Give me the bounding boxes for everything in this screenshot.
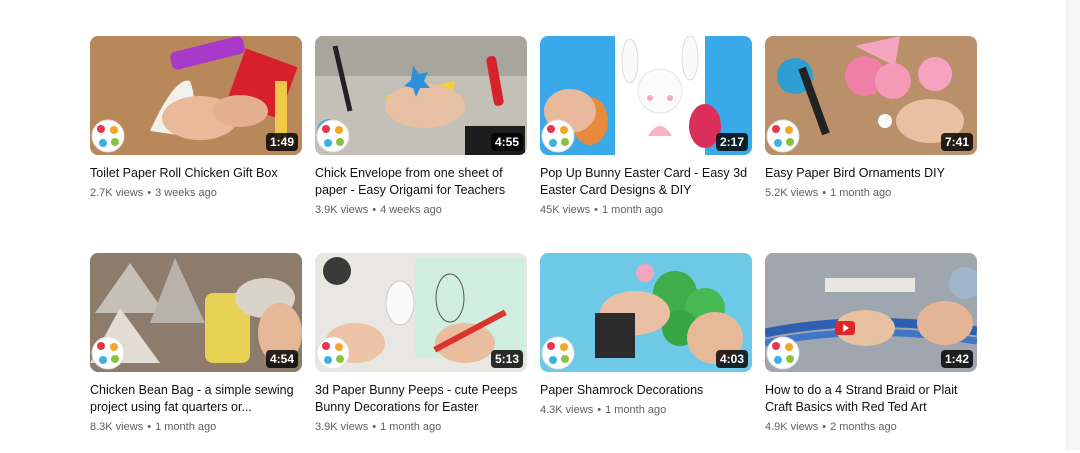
duration-badge: 2:17: [715, 133, 748, 151]
duration-badge: 1:42: [940, 350, 973, 368]
channel-logo-icon: [541, 119, 575, 153]
upload-age: 1 month ago: [830, 187, 892, 199]
view-count: 2.7K views: [90, 187, 144, 199]
video-meta: 45K views • 1 month ago: [540, 203, 752, 218]
video-title[interactable]: 3d Paper Bunny Peeps - cute Peeps Bunny …: [315, 382, 527, 416]
view-count: 4.3K views: [540, 404, 594, 416]
channel-logo-icon: [766, 119, 800, 153]
channel-logo-icon: [541, 336, 575, 370]
duration-badge: 4:54: [265, 350, 298, 368]
video-thumbnail[interactable]: 1:49: [90, 36, 302, 155]
video-card[interactable]: 5:13 3d Paper Bunny Peeps - cute Peeps B…: [315, 253, 527, 453]
video-grid: 1:49 Toilet Paper Roll Chicken Gift Box …: [90, 36, 977, 453]
upload-age: 1 month ago: [380, 421, 442, 433]
meta-separator: •: [594, 204, 598, 216]
video-title[interactable]: How to do a 4 Strand Braid or Plait Craf…: [765, 382, 977, 416]
view-count: 45K views: [540, 204, 591, 216]
upload-age: 3 weeks ago: [155, 187, 217, 199]
video-title[interactable]: Easy Paper Bird Ornaments DIY: [765, 165, 977, 182]
video-thumbnail[interactable]: 1:42: [765, 253, 977, 372]
video-card[interactable]: 4:55 Chick Envelope from one sheet of pa…: [315, 36, 527, 253]
meta-separator: •: [372, 421, 377, 433]
meta-separator: •: [147, 187, 152, 199]
channel-logo-icon: [766, 336, 800, 370]
video-thumbnail[interactable]: 7:41: [765, 36, 977, 155]
video-thumbnail[interactable]: 4:03: [540, 253, 752, 372]
video-meta: 3.9K views • 1 month ago: [315, 420, 527, 435]
video-meta: 5.2K views • 1 month ago: [765, 186, 977, 201]
video-card[interactable]: 2:17 Pop Up Bunny Easter Card - Easy 3d …: [540, 36, 752, 253]
meta-separator: •: [372, 204, 377, 216]
view-count: 3.9K views: [315, 204, 369, 216]
video-card[interactable]: 4:54 Chicken Bean Bag - a simple sewing …: [90, 253, 302, 453]
video-card[interactable]: 1:42 How to do a 4 Strand Braid or Plait…: [765, 253, 977, 453]
video-thumbnail[interactable]: 2:17: [540, 36, 752, 155]
video-card[interactable]: 1:49 Toilet Paper Roll Chicken Gift Box …: [90, 36, 302, 253]
view-count: 5.2K views: [765, 187, 819, 199]
channel-logo-icon: [91, 336, 125, 370]
video-title[interactable]: Toilet Paper Roll Chicken Gift Box: [90, 165, 302, 182]
upload-age: 1 month ago: [602, 204, 664, 216]
video-thumbnail[interactable]: 5:13: [315, 253, 527, 372]
video-title[interactable]: Chick Envelope from one sheet of paper -…: [315, 165, 527, 199]
upload-age: 4 weeks ago: [380, 204, 442, 216]
duration-badge: 1:49: [265, 133, 298, 151]
duration-badge: 4:55: [490, 133, 523, 151]
channel-logo-icon: [316, 119, 350, 153]
duration-badge: 7:41: [940, 133, 973, 151]
video-thumbnail[interactable]: 4:54: [90, 253, 302, 372]
view-count: 4.9K views: [765, 421, 819, 433]
video-meta: 4.3K views • 1 month ago: [540, 403, 752, 418]
video-meta: 2.7K views • 3 weeks ago: [90, 186, 302, 201]
duration-badge: 4:03: [715, 350, 748, 368]
upload-age: 1 month ago: [155, 421, 217, 433]
upload-age: 1 month ago: [605, 404, 667, 416]
upload-age: 2 months ago: [830, 421, 897, 433]
view-count: 8.3K views: [90, 421, 144, 433]
view-count: 3.9K views: [315, 421, 369, 433]
video-title[interactable]: Chicken Bean Bag - a simple sewing proje…: [90, 382, 302, 416]
meta-separator: •: [822, 421, 827, 433]
channel-logo-icon: [91, 119, 125, 153]
video-thumbnail[interactable]: 4:55: [315, 36, 527, 155]
video-card[interactable]: 4:03 Paper Shamrock Decorations 4.3K vie…: [540, 253, 752, 453]
meta-separator: •: [147, 421, 152, 433]
meta-separator: •: [822, 187, 827, 199]
video-title[interactable]: Pop Up Bunny Easter Card - Easy 3d Easte…: [540, 165, 752, 199]
page-scrollbar[interactable]: [1066, 0, 1080, 450]
video-meta: 3.9K views • 4 weeks ago: [315, 203, 527, 218]
video-title[interactable]: Paper Shamrock Decorations: [540, 382, 752, 399]
duration-badge: 5:13: [490, 350, 523, 368]
meta-separator: •: [597, 404, 602, 416]
video-meta: 4.9K views • 2 months ago: [765, 420, 977, 435]
channel-logo-icon: [316, 336, 350, 370]
video-meta: 8.3K views • 1 month ago: [90, 420, 302, 435]
video-card[interactable]: 7:41 Easy Paper Bird Ornaments DIY 5.2K …: [765, 36, 977, 253]
